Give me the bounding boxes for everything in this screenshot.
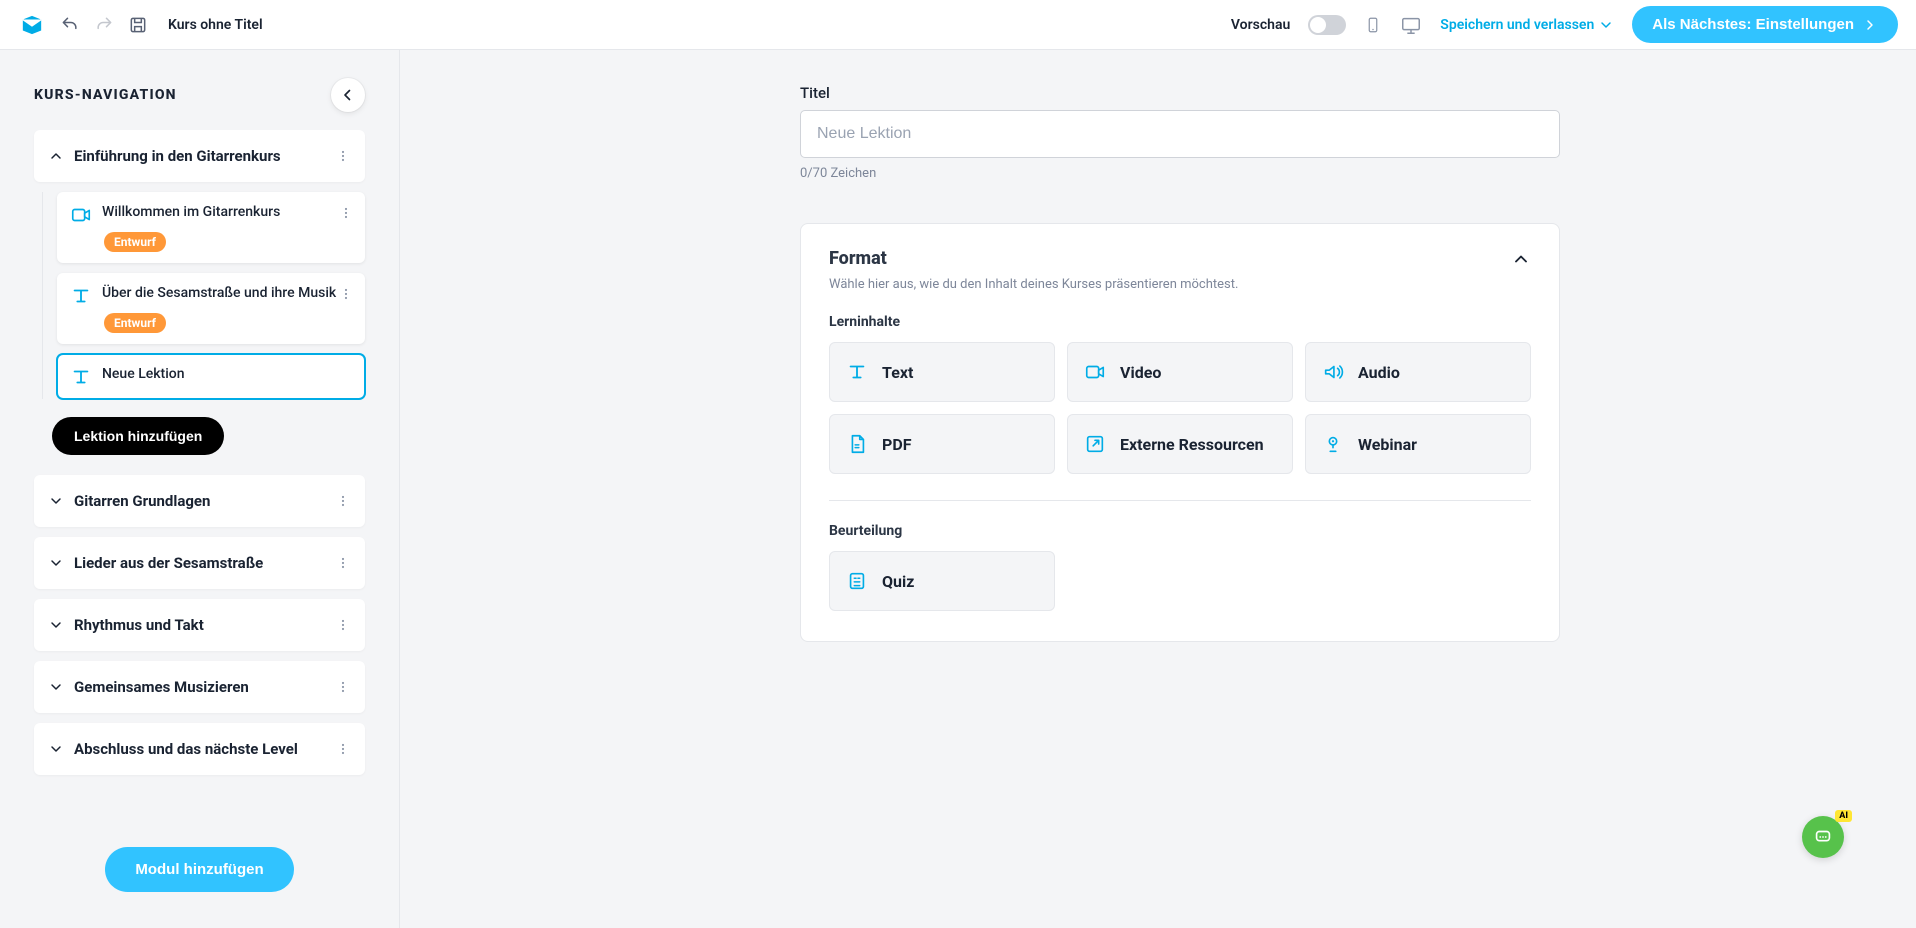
module-title: Abschluss und das nächste Level — [74, 740, 298, 758]
undo-button[interactable] — [60, 15, 80, 35]
module-header[interactable]: Rhythmus und Takt — [34, 599, 365, 651]
pdf-icon — [846, 433, 868, 455]
module-menu-button[interactable] — [331, 144, 355, 168]
format-heading: Format — [829, 248, 887, 269]
format-option-label: Audio — [1358, 363, 1400, 382]
module-title: Lieder aus der Sesamstraße — [74, 554, 263, 572]
app-logo[interactable] — [18, 14, 46, 36]
module-header[interactable]: Lieder aus der Sesamstraße — [34, 537, 365, 589]
preview-toggle[interactable] — [1308, 15, 1346, 35]
format-option-label: Webinar — [1358, 435, 1417, 454]
format-option-webinar[interactable]: Webinar — [1305, 414, 1531, 474]
format-option-pdf[interactable]: PDF — [829, 414, 1055, 474]
module-item: Lieder aus der Sesamstraße — [34, 537, 365, 589]
collapse-sidebar-button[interactable] — [331, 78, 365, 112]
format-option-label: Quiz — [882, 572, 914, 591]
ai-badge: AI — [1835, 810, 1852, 822]
webinar-icon — [1322, 433, 1344, 455]
module-menu-button[interactable] — [331, 737, 355, 761]
draft-badge: Entwurf — [104, 313, 166, 333]
lesson-title: Neue Lektion — [102, 365, 185, 384]
title-field-label: Titel — [800, 84, 1560, 102]
preview-label: Vorschau — [1231, 17, 1290, 33]
title-character-counter: 0/70 Zeichen — [800, 166, 1560, 181]
lesson-item-active[interactable]: Neue Lektion — [57, 354, 365, 399]
quiz-icon — [846, 570, 868, 592]
next-settings-label: Als Nächstes: Einstellungen — [1652, 16, 1854, 33]
module-item: Einführung in den Gitarrenkurs — [34, 130, 365, 182]
lesson-title-input[interactable] — [800, 110, 1560, 158]
sidebar-heading: KURS-NAVIGATION — [34, 87, 177, 103]
format-option-label: Externe Ressourcen — [1120, 435, 1264, 454]
lesson-title: Willkommen im Gitarrenkurs — [102, 203, 280, 222]
text-icon — [70, 366, 92, 388]
divider — [829, 500, 1531, 501]
add-lesson-button[interactable]: Lektion hinzufügen — [52, 417, 224, 455]
format-description: Wähle hier aus, wie du den Inhalt deines… — [829, 277, 1531, 292]
draft-badge: Entwurf — [104, 232, 166, 252]
format-option-label: Text — [882, 363, 913, 382]
module-menu-button[interactable] — [331, 613, 355, 637]
main-content: Titel 0/70 Zeichen Format Wähle hier aus… — [400, 50, 1916, 928]
redo-button[interactable] — [94, 15, 114, 35]
module-title: Gemeinsames Musizieren — [74, 678, 249, 696]
video-icon — [1084, 361, 1106, 383]
lesson-title: Über die Sesamstraße und ihre Musik — [102, 284, 336, 303]
module-title: Gitarren Grundlagen — [74, 492, 210, 510]
add-module-button[interactable]: Modul hinzufügen — [105, 847, 293, 892]
topbar: Kurs ohne Titel Vorschau Speichern und v… — [0, 0, 1916, 50]
save-button[interactable] — [128, 15, 148, 35]
lesson-menu-button[interactable] — [334, 282, 358, 306]
module-menu-button[interactable] — [331, 675, 355, 699]
chevron-up-icon — [48, 148, 64, 164]
video-icon — [70, 204, 92, 226]
module-header[interactable]: Gemeinsames Musizieren — [34, 661, 365, 713]
module-header[interactable]: Abschluss und das nächste Level — [34, 723, 365, 775]
format-option-audio[interactable]: Audio — [1305, 342, 1531, 402]
format-option-video[interactable]: Video — [1067, 342, 1293, 402]
save-and-exit-link[interactable]: Speichern und verlassen — [1440, 17, 1614, 33]
assessment-section-label: Beurteilung — [829, 523, 1531, 539]
chevron-down-icon — [48, 555, 64, 571]
module-header[interactable]: Gitarren Grundlagen — [34, 475, 365, 527]
module-list: Einführung in den Gitarrenkurs Willkomme… — [0, 130, 399, 827]
lesson-menu-button[interactable] — [334, 201, 358, 225]
lesson-item[interactable]: Willkommen im Gitarrenkurs Entwurf — [57, 192, 365, 263]
audio-icon — [1322, 361, 1344, 383]
chat-icon — [1812, 826, 1834, 848]
text-icon — [70, 285, 92, 307]
next-settings-button[interactable]: Als Nächstes: Einstellungen — [1632, 6, 1898, 43]
sidebar: KURS-NAVIGATION Einführung in den Gitarr… — [0, 50, 400, 928]
chevron-down-icon — [48, 741, 64, 757]
module-header[interactable]: Einführung in den Gitarrenkurs — [34, 130, 365, 182]
chevron-down-icon — [48, 493, 64, 509]
lesson-list: Willkommen im Gitarrenkurs Entwurf Über … — [42, 192, 365, 399]
module-item: Abschluss und das nächste Level — [34, 723, 365, 775]
collapse-format-button[interactable] — [1511, 249, 1531, 269]
module-item: Rhythmus und Takt — [34, 599, 365, 651]
format-option-label: Video — [1120, 363, 1161, 382]
lesson-item[interactable]: Über die Sesamstraße und ihre Musik Entw… — [57, 273, 365, 344]
mobile-preview-icon[interactable] — [1364, 14, 1382, 36]
desktop-preview-icon[interactable] — [1400, 14, 1422, 36]
course-title: Kurs ohne Titel — [168, 17, 263, 33]
module-title: Einführung in den Gitarrenkurs — [74, 147, 281, 165]
format-option-label: PDF — [882, 435, 912, 454]
format-panel: Format Wähle hier aus, wie du den Inhalt… — [800, 223, 1560, 642]
module-menu-button[interactable] — [331, 489, 355, 513]
module-item: Gitarren Grundlagen — [34, 475, 365, 527]
module-menu-button[interactable] — [331, 551, 355, 575]
text-icon — [846, 361, 868, 383]
external-icon — [1084, 433, 1106, 455]
format-option-quiz[interactable]: Quiz — [829, 551, 1055, 611]
content-section-label: Lerninhalte — [829, 314, 1531, 330]
module-item: Gemeinsames Musizieren — [34, 661, 365, 713]
chevron-down-icon — [48, 679, 64, 695]
chevron-down-icon — [48, 617, 64, 633]
format-option-external[interactable]: Externe Ressourcen — [1067, 414, 1293, 474]
format-option-text[interactable]: Text — [829, 342, 1055, 402]
module-title: Rhythmus und Takt — [74, 616, 204, 634]
save-and-exit-label: Speichern und verlassen — [1440, 17, 1594, 33]
ai-assistant-button[interactable]: AI — [1802, 816, 1844, 858]
